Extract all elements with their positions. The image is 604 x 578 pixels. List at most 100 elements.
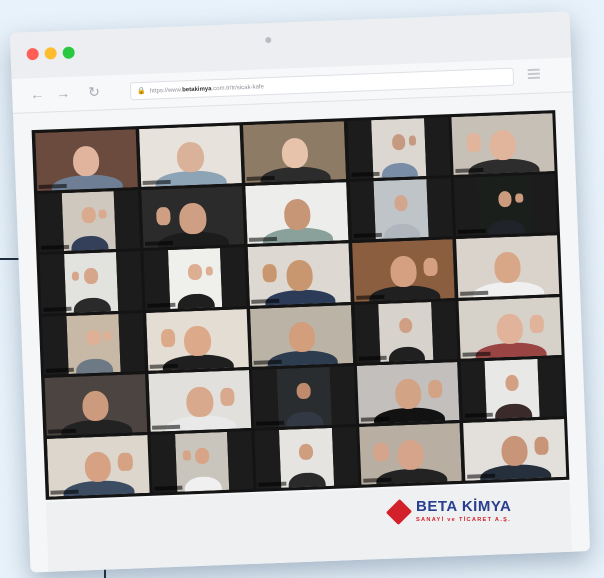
participant-face <box>391 133 406 151</box>
participant-video-tile[interactable] <box>34 129 139 192</box>
participant-video-tile[interactable] <box>249 304 354 367</box>
participant-video <box>138 125 243 188</box>
waving-hand <box>182 450 191 461</box>
waving-hand <box>529 314 545 334</box>
participant-video-tile[interactable] <box>143 247 247 310</box>
tab-indicator[interactable] <box>265 36 272 44</box>
participant-video <box>247 243 351 306</box>
participant-video-tile[interactable] <box>145 308 250 371</box>
beta-kimya-logo-icon <box>385 498 413 526</box>
waving-hand <box>160 328 176 348</box>
minimize-window-dot[interactable] <box>44 47 57 60</box>
participant-video-tile[interactable] <box>347 117 451 180</box>
waving-hand <box>534 436 550 456</box>
participant-video-tile[interactable] <box>252 365 356 428</box>
browser-window: ← → ↻ 🔒 https://www.betakimya.com.tr/tr/s… <box>9 11 591 573</box>
participant-video <box>63 252 119 313</box>
participant-video <box>249 304 354 367</box>
participant-video <box>174 431 230 492</box>
participant-video <box>378 301 434 362</box>
video-gallery-grid <box>31 110 570 500</box>
participant-video <box>371 118 427 179</box>
participant-video <box>145 308 250 371</box>
waving-hand <box>219 387 235 407</box>
waving-hand <box>205 266 213 276</box>
participant-video-tile[interactable] <box>455 235 560 298</box>
participant-video-tile[interactable] <box>141 186 245 249</box>
participant-video <box>462 418 567 481</box>
participant-video-tile[interactable] <box>358 422 463 485</box>
participant-video-tile[interactable] <box>46 434 150 497</box>
participant-video-tile[interactable] <box>245 182 349 245</box>
waving-hand <box>408 135 417 146</box>
participant-face <box>81 207 96 224</box>
participant-face <box>497 191 513 208</box>
participant-video <box>276 366 332 427</box>
participant-video-tile[interactable] <box>354 300 458 363</box>
waving-hand <box>98 208 107 219</box>
participant-video <box>148 369 252 432</box>
participant-video <box>484 358 540 419</box>
participant-face <box>398 317 413 334</box>
participant-video <box>44 373 148 436</box>
waving-hand <box>515 192 523 203</box>
url-prefix: https://www. <box>149 87 183 95</box>
waving-hand <box>71 271 80 281</box>
participant-video-tile[interactable] <box>254 426 359 489</box>
participant-video-tile[interactable] <box>462 418 567 481</box>
participant-video <box>358 422 463 485</box>
brand-logo: BETA KİMYA SANAYİ ve TİCARET A.Ş. <box>385 496 548 536</box>
participant-video-tile[interactable] <box>351 239 456 302</box>
participant-video-tile[interactable] <box>41 312 146 375</box>
address-bar[interactable]: 🔒 https://www.betakimya.com.tr/tr/sicak-k… <box>129 67 515 101</box>
reload-button[interactable]: ↻ <box>88 84 100 100</box>
participant-video-tile[interactable] <box>148 369 252 432</box>
participant-video-tile[interactable] <box>460 357 564 420</box>
participant-video-tile[interactable] <box>44 373 148 436</box>
maximize-window-dot[interactable] <box>62 46 75 59</box>
close-window-dot[interactable] <box>26 47 39 61</box>
participant-face <box>298 443 314 460</box>
participant-video-tile[interactable] <box>451 113 555 176</box>
participant-video-tile[interactable] <box>356 361 460 424</box>
participant-video-tile[interactable] <box>247 243 351 306</box>
participant-video-tile[interactable] <box>37 190 141 253</box>
participant-video <box>373 179 429 240</box>
participant-face <box>194 447 210 464</box>
participant-video <box>278 427 334 488</box>
participant-video-tile[interactable] <box>150 430 254 493</box>
participant-face <box>504 374 520 391</box>
participant-video <box>451 113 555 176</box>
waving-hand <box>155 206 171 226</box>
waving-hand <box>373 443 389 462</box>
participant-face <box>187 264 203 281</box>
brand-tagline: SANAYİ ve TİCARET A.Ş. <box>416 517 512 523</box>
participant-face <box>393 195 408 212</box>
participant-video <box>458 296 562 359</box>
participant-video-tile[interactable] <box>458 296 562 359</box>
participant-video <box>61 191 117 252</box>
waving-hand <box>262 263 278 283</box>
waving-hand <box>423 257 439 277</box>
participant-video <box>455 235 560 298</box>
forward-button[interactable]: → <box>56 85 71 102</box>
participant-video-tile[interactable] <box>349 178 453 241</box>
participant-video <box>245 182 349 245</box>
waving-hand <box>117 452 133 472</box>
participant-video-tile[interactable] <box>39 251 143 314</box>
participant-video <box>167 248 223 309</box>
participant-video <box>34 129 139 192</box>
participant-video <box>141 186 245 249</box>
browser-menu-icon[interactable] <box>527 68 540 80</box>
participant-video-tile[interactable] <box>242 121 347 184</box>
brand-name: BETA KİMYA <box>416 498 512 515</box>
back-button[interactable]: ← <box>30 86 45 103</box>
participant-video-tile[interactable] <box>138 125 243 188</box>
waving-hand <box>466 133 481 153</box>
participant-face <box>86 329 101 346</box>
participant-video-tile[interactable] <box>453 174 557 237</box>
participant-video <box>46 434 150 497</box>
participant-face <box>83 268 98 285</box>
waving-hand <box>103 331 112 341</box>
participant-video <box>66 313 121 374</box>
